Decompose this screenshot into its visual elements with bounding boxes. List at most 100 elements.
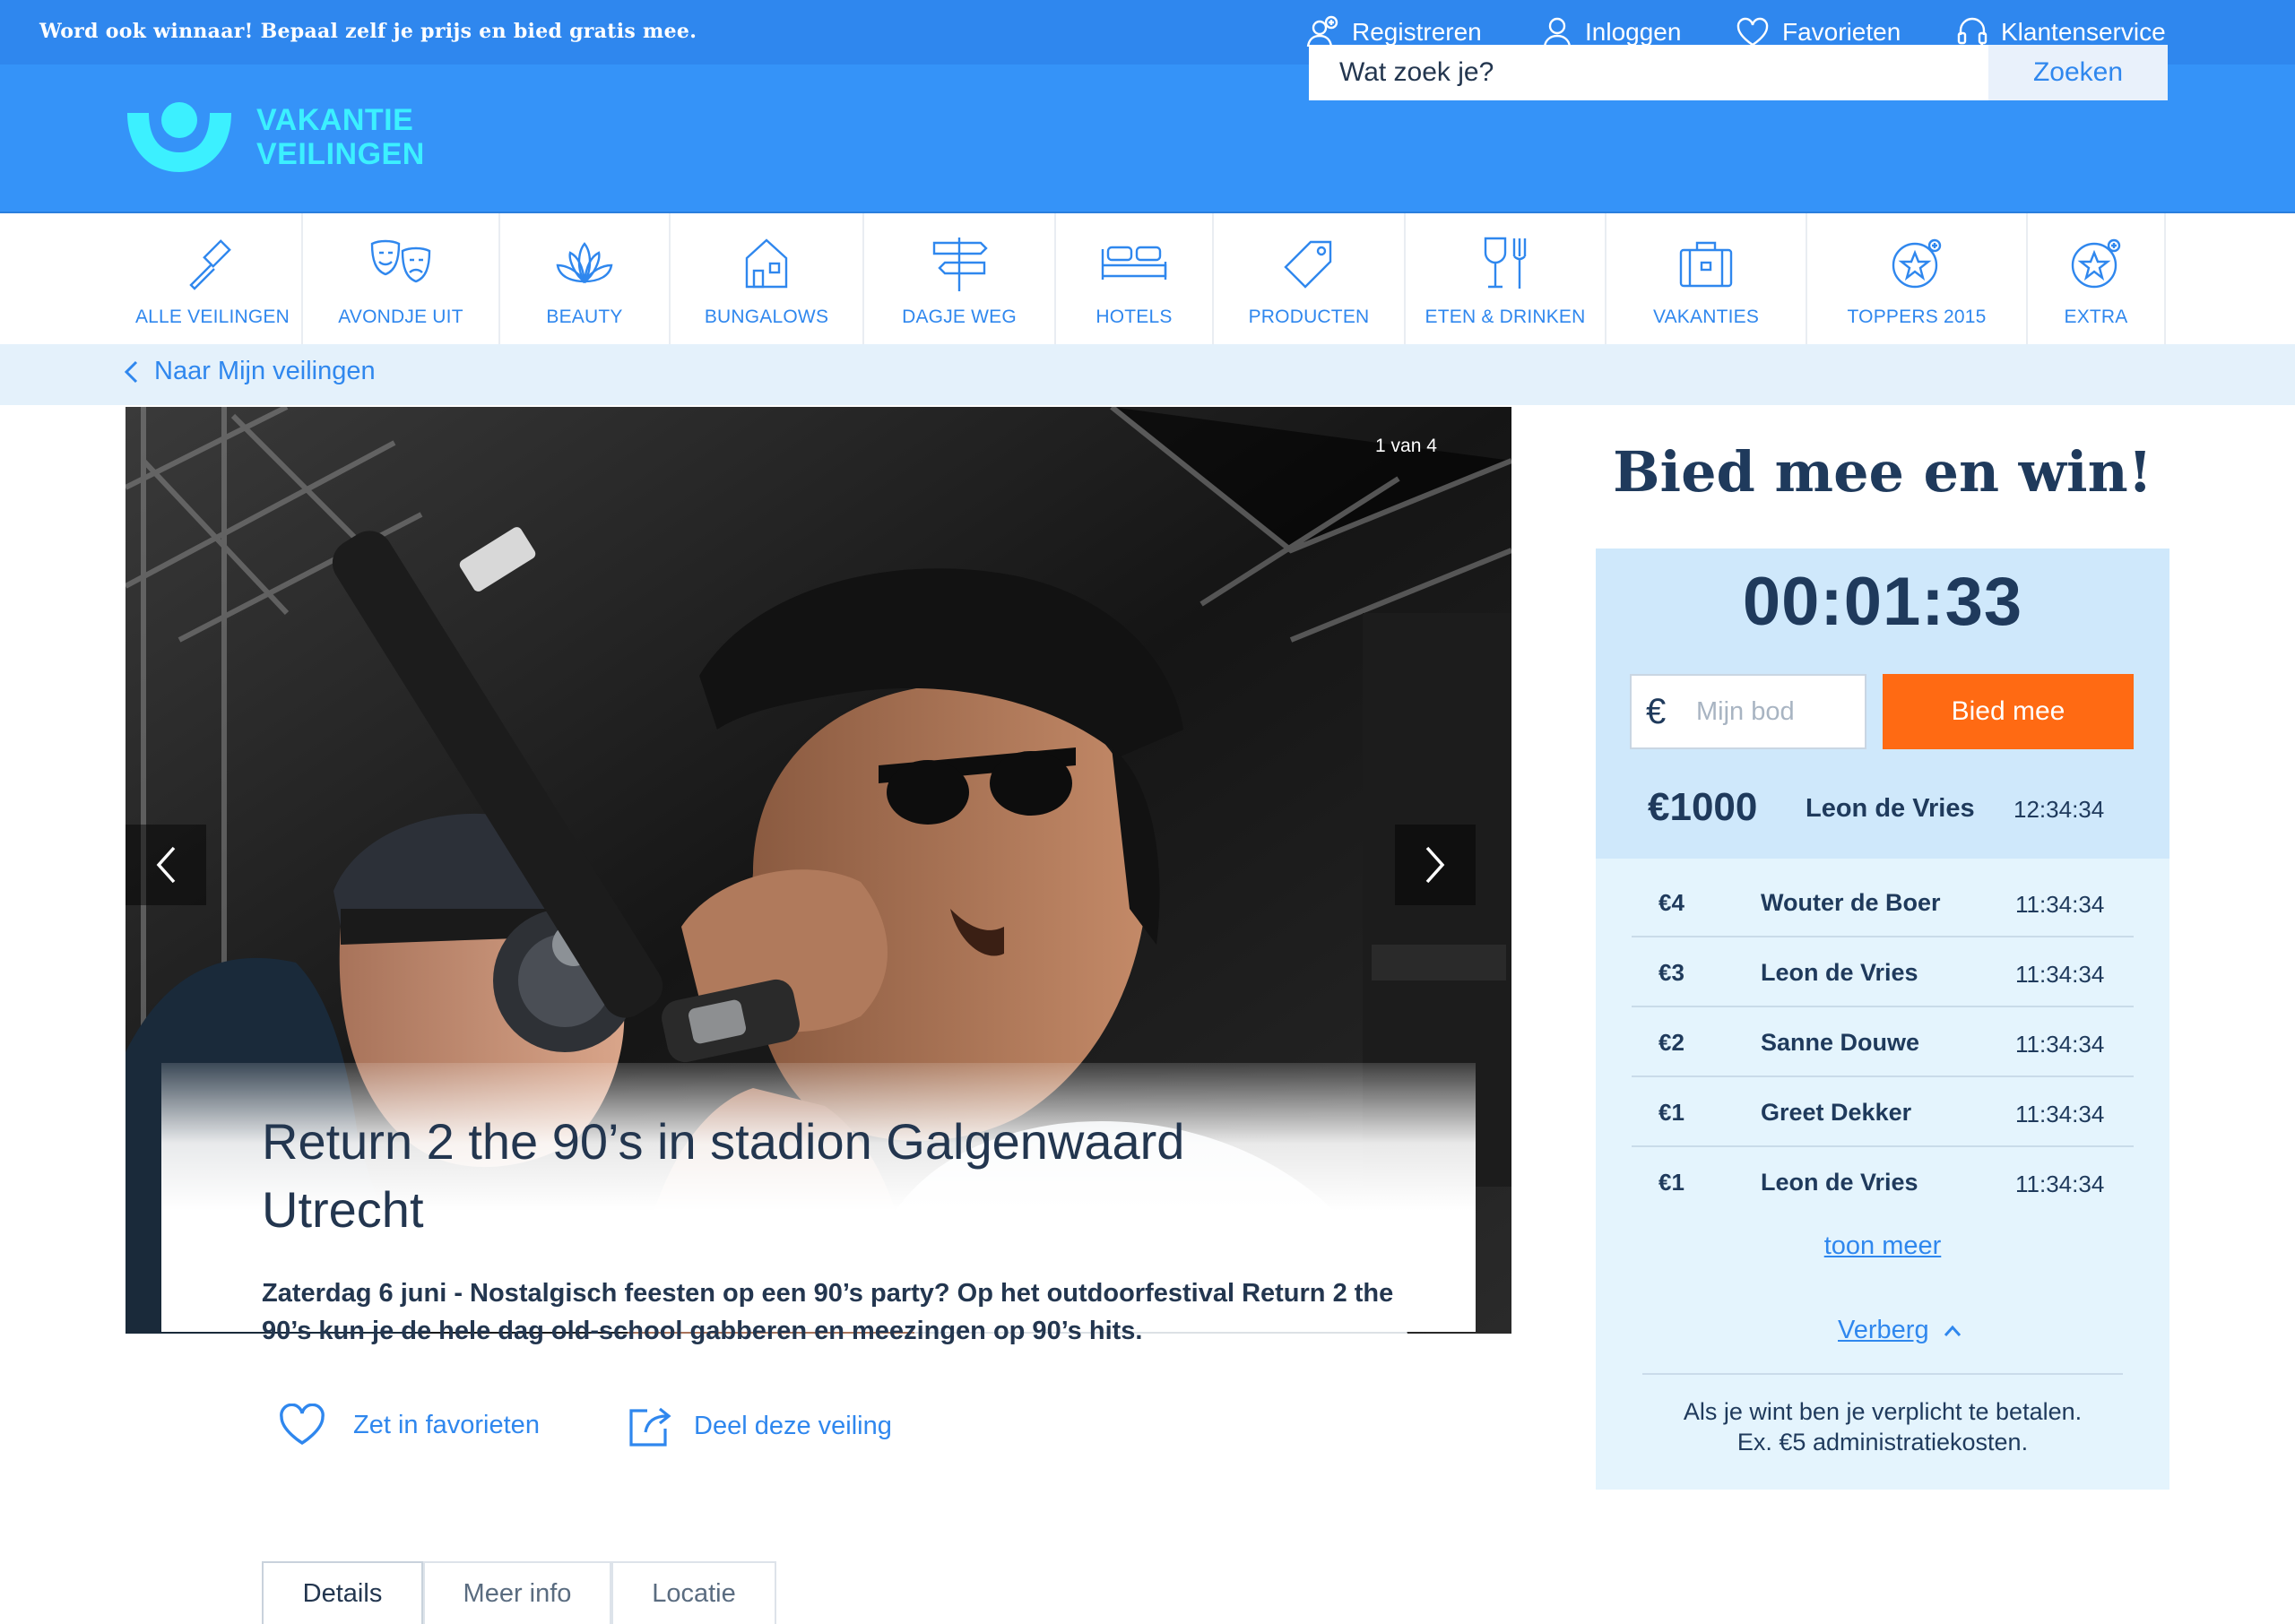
category-label: EXTRA bbox=[2064, 307, 2128, 327]
bid-history-row: €4 Wouter de Boer 11:34:34 bbox=[1632, 868, 2134, 937]
category-label: HOTELS bbox=[1096, 307, 1173, 327]
bid-time: 11:34:34 bbox=[2015, 1170, 2105, 1197]
bid-amount: €3 bbox=[1658, 959, 1684, 986]
login-label: Inloggen bbox=[1585, 18, 1682, 46]
bid-history-row: €3 Leon de Vries 11:34:34 bbox=[1632, 937, 2134, 1007]
add-to-favorites-button[interactable]: Zet in favorieten bbox=[278, 1404, 540, 1447]
tab-meer-info[interactable]: Meer info bbox=[423, 1561, 611, 1624]
category-label: BUNGALOWS bbox=[704, 307, 829, 327]
category-label: ETEN & DRINKEN bbox=[1425, 307, 1586, 327]
category-label: AVONDJE UIT bbox=[338, 307, 463, 327]
category-producten[interactable]: PRODUCTEN bbox=[1214, 213, 1406, 344]
tab-details[interactable]: Details bbox=[262, 1561, 423, 1624]
category-label: TOPPERS 2015 bbox=[1847, 307, 1987, 327]
share-icon bbox=[628, 1404, 672, 1448]
countdown-timer: 00:01:33 bbox=[1742, 564, 2023, 640]
euro-icon: € bbox=[1646, 691, 1667, 731]
category-label: BEAUTY bbox=[546, 307, 623, 327]
gavel-icon bbox=[184, 233, 241, 294]
bid-panel-divider bbox=[1642, 1373, 2123, 1375]
bidder-name: Greet Dekker bbox=[1761, 1099, 1912, 1126]
leading-bid-time: 12:34:34 bbox=[2014, 796, 2105, 823]
bid-time: 11:34:34 bbox=[2015, 1101, 2105, 1127]
bid-time: 11:34:34 bbox=[2015, 1031, 2105, 1058]
bidder-name: Sanne Douwe bbox=[1761, 1029, 1920, 1056]
search-button[interactable]: Zoeken bbox=[1988, 45, 2168, 100]
gallery-prev-button[interactable] bbox=[126, 825, 206, 905]
category-extra[interactable]: EXTRA bbox=[2028, 213, 2166, 344]
category-beauty[interactable]: BEAUTY bbox=[500, 213, 671, 344]
bid-amount: €4 bbox=[1658, 889, 1684, 916]
bid-history-row: €1 Greet Dekker 11:34:34 bbox=[1632, 1077, 2134, 1147]
logo-mark-icon bbox=[124, 99, 235, 176]
bid-time: 11:34:34 bbox=[2015, 961, 2105, 988]
tab-label: Details bbox=[302, 1578, 383, 1608]
theater-masks-icon bbox=[368, 233, 433, 294]
logo-text-line1: VAKANTIE bbox=[256, 103, 414, 137]
bed-icon bbox=[1099, 233, 1169, 294]
tab-label: Locatie bbox=[652, 1578, 736, 1608]
breadcrumb-label: Naar Mijn veilingen bbox=[154, 357, 376, 385]
category-hotels[interactable]: HOTELS bbox=[1056, 213, 1214, 344]
bidder-name: Wouter de Boer bbox=[1761, 889, 1941, 916]
register-label: Registreren bbox=[1352, 18, 1482, 46]
customer-service-label: Klantenservice bbox=[2001, 18, 2166, 46]
bid-time: 11:34:34 bbox=[2015, 891, 2105, 918]
star-badge-icon bbox=[2067, 233, 2125, 294]
chevron-left-icon bbox=[124, 360, 154, 384]
tab-label: Meer info bbox=[463, 1578, 572, 1608]
heart-icon bbox=[1736, 17, 1782, 48]
notice-line: Als je wint ben je verplicht te betalen. bbox=[1683, 1398, 2083, 1425]
bid-history-row: €1 Leon de Vries 11:34:34 bbox=[1632, 1147, 2134, 1217]
favorites-label: Favorieten bbox=[1782, 18, 1901, 46]
bid-amount: €1 bbox=[1658, 1169, 1684, 1196]
category-nav: ALLE VEILINGEN AVONDJE UIT BEAUTY BUNGAL… bbox=[0, 213, 2295, 344]
category-label: ALLE VEILINGEN bbox=[134, 307, 290, 327]
category-label: VAKANTIES bbox=[1652, 307, 1760, 327]
payment-notice: Als je wint ben je verplicht te betalen.… bbox=[1596, 1396, 2169, 1457]
gallery-counter: 1 van 4 bbox=[1375, 436, 1437, 456]
favorite-label: Zet in favorieten bbox=[353, 1410, 540, 1439]
bid-amount-input[interactable] bbox=[1694, 695, 1859, 728]
category-avondje-uit[interactable]: AVONDJE UIT bbox=[303, 213, 500, 344]
chevron-left-icon bbox=[155, 845, 177, 885]
site-logo[interactable]: VAKANTIE VEILINGEN bbox=[124, 99, 425, 176]
category-vakanties[interactable]: VAKANTIES bbox=[1606, 213, 1807, 344]
chevron-up-icon bbox=[1944, 1325, 1962, 1337]
bid-history-row: €2 Sanne Douwe 11:34:34 bbox=[1632, 1007, 2134, 1077]
star-badge-icon bbox=[1888, 233, 1945, 294]
bidder-name: Leon de Vries bbox=[1761, 959, 1918, 986]
lotus-icon bbox=[550, 233, 619, 294]
show-more-link[interactable]: toon meer bbox=[1596, 1231, 2169, 1261]
logo-text-line2: VEILINGEN bbox=[256, 137, 425, 171]
hide-bids-link[interactable]: Verberg bbox=[1838, 1316, 1962, 1345]
category-label: PRODUCTEN bbox=[1248, 307, 1370, 327]
signpost-icon bbox=[927, 233, 992, 294]
breadcrumb-back-link[interactable]: Naar Mijn veilingen bbox=[124, 357, 376, 386]
bid-amount: €2 bbox=[1658, 1029, 1684, 1056]
share-auction-button[interactable]: Deel deze veiling bbox=[628, 1404, 892, 1448]
category-dagje-weg[interactable]: DAGJE WEG bbox=[864, 213, 1056, 344]
tab-locatie[interactable]: Locatie bbox=[611, 1561, 776, 1624]
share-label: Deel deze veiling bbox=[694, 1411, 892, 1440]
category-toppers-2015[interactable]: TOPPERS 2015 bbox=[1807, 213, 2028, 344]
gallery-next-button[interactable] bbox=[1395, 825, 1476, 905]
leading-bid-amount: €1000 bbox=[1648, 785, 1758, 829]
category-bungalows[interactable]: BUNGALOWS bbox=[671, 213, 864, 344]
notice-line: Ex. €5 administratiekosten. bbox=[1736, 1429, 2029, 1456]
bid-amount: €1 bbox=[1658, 1099, 1684, 1126]
category-alle-veilingen[interactable]: ALLE VEILINGEN bbox=[124, 213, 303, 344]
heart-icon bbox=[278, 1404, 326, 1447]
promo-text: Word ook winnaar! Bepaal zelf je prijs e… bbox=[39, 20, 697, 43]
auction-title: Return 2 the 90’s in stadion Galgenwaard… bbox=[262, 1113, 1185, 1238]
bid-panel-title: Bied mee en win! bbox=[1613, 439, 2152, 505]
bidder-name: Leon de Vries bbox=[1761, 1169, 1918, 1196]
hide-label: Verberg bbox=[1838, 1316, 1929, 1344]
place-bid-button[interactable]: Bied mee bbox=[1883, 674, 2134, 749]
suitcase-icon bbox=[1677, 233, 1735, 294]
bid-amount-field[interactable]: € bbox=[1630, 674, 1866, 749]
user-icon bbox=[1542, 16, 1585, 48]
category-eten-drinken[interactable]: ETEN & DRINKEN bbox=[1406, 213, 1606, 344]
search-input[interactable] bbox=[1309, 45, 1988, 100]
leading-bidder-name: Leon de Vries bbox=[1806, 794, 1975, 823]
